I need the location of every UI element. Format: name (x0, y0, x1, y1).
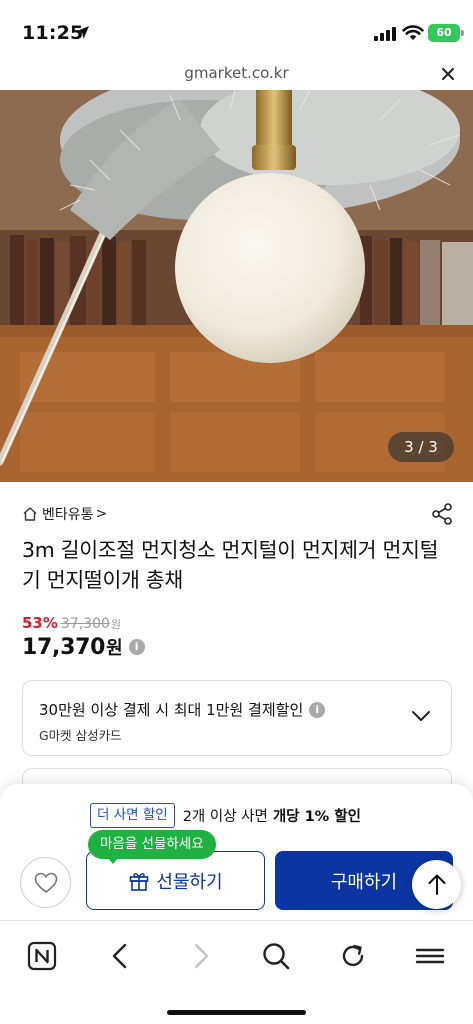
url-text[interactable]: gmarket.co.kr (0, 64, 473, 82)
price-row: 17,370 원 i (22, 634, 145, 660)
sale-price: 17,370 (22, 634, 106, 660)
scroll-top-button[interactable] (412, 860, 461, 909)
arrow-up-icon (428, 874, 446, 895)
location-arrow-icon (76, 26, 89, 39)
share-icon[interactable] (430, 502, 454, 526)
browser-toolbar (0, 920, 473, 1024)
gift-icon (130, 872, 149, 891)
promo-row: 더 사면 할인 2개 이상 사면 개당 1% 할인 (90, 803, 361, 828)
home-icon (23, 507, 37, 521)
battery-level: 60 (436, 26, 452, 39)
card-subtitle: G마켓 삼성카드 (39, 728, 122, 743)
naver-home-icon[interactable] (25, 939, 59, 973)
original-price-currency: 원 (110, 618, 122, 631)
forward-icon[interactable] (183, 939, 217, 973)
battery-tip (461, 30, 464, 36)
chevron-down-icon[interactable] (411, 709, 431, 723)
signal-icon (374, 27, 396, 41)
product-image[interactable]: 3 / 3 (0, 90, 473, 482)
url-bar[interactable]: gmarket.co.kr (0, 58, 473, 90)
product-photo (0, 90, 473, 482)
shop-name: 벤타유통 (42, 507, 94, 523)
menu-icon[interactable] (413, 939, 447, 973)
shop-chevron: > (95, 506, 108, 522)
battery-icon: 60 (428, 24, 460, 42)
price-info-icon[interactable]: i (128, 639, 145, 655)
gift-button-label: 선물하기 (156, 871, 223, 893)
discount-row: 53% 37,300 원 (22, 614, 121, 632)
promo-text: 2개 이상 사면 (182, 809, 268, 825)
gift-tooltip-tail (107, 857, 119, 864)
image-counter: 3 / 3 (388, 432, 454, 462)
shop-link[interactable]: 벤타유통 > (22, 504, 107, 524)
close-icon[interactable] (438, 64, 458, 84)
wifi-icon (402, 25, 424, 40)
like-button[interactable] (20, 857, 71, 908)
refresh-icon[interactable] (336, 939, 370, 973)
card-info-icon[interactable]: i (309, 701, 326, 718)
status-bar: 11:25 60 (0, 0, 473, 58)
sale-price-currency: 원 (106, 638, 123, 659)
product-title: 3m 길이조절 먼지청소 먼지털이 먼지제거 먼지털기 먼지떨이개 총채 (22, 538, 439, 592)
search-icon[interactable] (259, 939, 293, 973)
card-title-row: 30만원 이상 결제 시 최대 1만원 결제할인 i (39, 699, 326, 720)
payment-discount-card[interactable]: 30만원 이상 결제 시 최대 1만원 결제할인 i G마켓 삼성카드 (22, 680, 452, 756)
home-indicator (167, 1010, 306, 1015)
heart-icon (34, 872, 58, 894)
discount-rate: 53% (22, 614, 58, 632)
card-title: 30만원 이상 결제 시 최대 1만원 결제할인 (39, 701, 304, 719)
gift-tooltip: 마음을 선물하세요 (88, 830, 216, 859)
back-icon[interactable] (104, 939, 138, 973)
promo-discount: 개당 1% 할인 (272, 809, 361, 825)
page: 11:25 60 gmarket.co.kr 3 / 3 벤타유통 > 3m 길… (0, 0, 473, 1024)
original-price: 37,300 (60, 616, 110, 632)
promo-badge: 더 사면 할인 (90, 803, 175, 828)
